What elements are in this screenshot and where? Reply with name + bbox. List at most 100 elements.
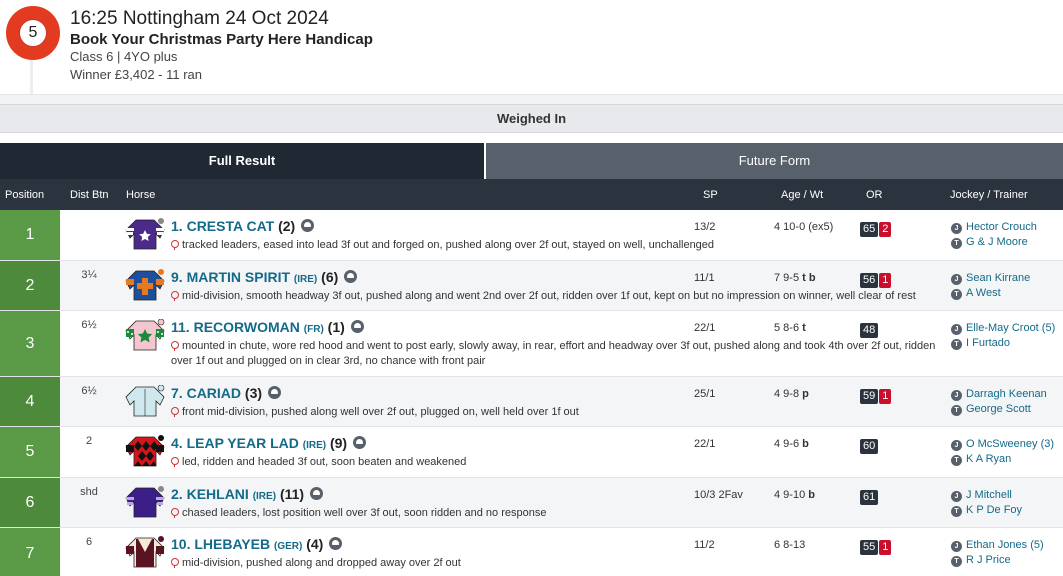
official-rating: 56 1 — [860, 270, 892, 288]
trainer-link[interactable]: T A West — [951, 286, 1030, 301]
trainer-link[interactable]: T G & J Moore — [951, 235, 1037, 250]
headgear: b — [802, 438, 809, 450]
horse-profile-icon[interactable] — [301, 219, 315, 232]
horse-profile-icon[interactable] — [267, 386, 281, 399]
age-weight: 4 9-8 p — [774, 388, 809, 400]
jockey-icon: J — [951, 491, 962, 502]
jockey-icon: J — [951, 541, 962, 552]
jockey-name: Hector Crouch — [966, 221, 1037, 233]
jockey-link[interactable]: J Ethan Jones (5) — [951, 538, 1044, 553]
race-comment-text: mid-division, smooth headway 3f out, pus… — [182, 290, 916, 302]
jockey-icon: J — [951, 223, 962, 234]
table-row: 6 shd 2. KEHLANI (IRE) (11) chased leade… — [0, 478, 1063, 528]
jockey-link[interactable]: J O McSweeney (3) — [951, 437, 1054, 452]
location-pin-icon — [171, 341, 179, 351]
jockey-trainer: J Hector Crouch T G & J Moore — [951, 220, 1037, 250]
horse-name: MARTIN SPIRIT — [186, 269, 291, 285]
rating-badge: 60 — [860, 439, 879, 454]
rating-badge: 56 — [860, 273, 879, 288]
race-comment: front mid-division, pushed along well ov… — [171, 405, 941, 420]
age-weight: 4 10-0 (ex5) — [774, 221, 833, 233]
jockey-name: O McSweeney (3) — [966, 438, 1055, 450]
race-comment: led, ridden and headed 3f out, soon beat… — [171, 455, 941, 470]
col-horse: Horse — [126, 189, 156, 201]
horse-profile-icon[interactable] — [344, 270, 358, 283]
jockey-name: Darragh Keenan — [966, 388, 1047, 400]
spacer — [0, 133, 1063, 143]
jockey-link[interactable]: J Darragh Keenan — [951, 387, 1047, 402]
finish-position: 3 — [0, 311, 60, 376]
horse-name-link[interactable]: 1. CRESTA CAT (2) — [171, 218, 315, 234]
age-weight-value: 6 8-13 — [774, 539, 806, 551]
horse-name-link[interactable]: 7. CARIAD (3) — [171, 385, 281, 401]
trainer-link[interactable]: T I Furtado — [951, 336, 1055, 351]
starting-price: 10/3 2Fav — [694, 489, 743, 501]
tab-future-form[interactable]: Future Form — [486, 143, 1063, 179]
horse-profile-icon[interactable] — [309, 487, 323, 500]
trainer-link[interactable]: T K A Ryan — [951, 452, 1054, 467]
horse-name-link[interactable]: 11. RECORWOMAN (FR) (1) — [171, 319, 364, 335]
jockey-link[interactable]: J J Mitchell — [951, 488, 1022, 503]
distance-beaten: 2 — [85, 435, 93, 447]
trainer-link[interactable]: T George Scott — [951, 402, 1047, 417]
jockey-icon: J — [951, 440, 962, 451]
horse-country: (GER) — [273, 541, 303, 552]
horse-profile-icon[interactable] — [329, 537, 343, 550]
horse-profile-icon[interactable] — [350, 320, 364, 333]
race-name: Book Your Christmas Party Here Handicap — [70, 31, 373, 48]
horse-name-link[interactable]: 9. MARTIN SPIRIT (IRE) (6) — [171, 269, 358, 285]
rating-badge: 59 — [860, 389, 879, 404]
horse-name: LEAP YEAR LAD — [186, 435, 299, 451]
distance-beaten: 6½ — [81, 319, 97, 331]
jockey-link[interactable]: J Hector Crouch — [951, 220, 1037, 235]
horse-profile-icon[interactable] — [353, 436, 366, 449]
finish-position: 7 — [0, 528, 60, 576]
race-title: 16:25 Nottingham 24 Oct 2024 — [70, 8, 329, 29]
table-row: 4 6½ 7. CARIAD (3) front mid-division, p… — [0, 377, 1063, 427]
age-weight-value: 4 10-0 (ex5) — [774, 221, 834, 233]
jockey-icon: J — [951, 324, 962, 335]
race-header: 5 16:25 Nottingham 24 Oct 2024 Book Your… — [0, 0, 1063, 94]
jockey-icon: J — [951, 274, 962, 285]
jockey-name: Elle-May Croot (5) — [966, 322, 1056, 334]
jockey-trainer: J J Mitchell T K P De Foy — [951, 488, 1022, 518]
jockey-trainer: J O McSweeney (3) T K A Ryan — [951, 437, 1054, 467]
race-comment-text: front mid-division, pushed along well ov… — [182, 406, 579, 418]
stall-draw: (2) — [278, 218, 296, 234]
finish-position: 6 — [0, 478, 60, 527]
trainer-name: K P De Foy — [966, 504, 1023, 516]
race-comment: mid-division, pushed along and dropped a… — [171, 556, 941, 571]
stall-draw: (9) — [329, 435, 348, 451]
horse-number: 4. — [171, 435, 183, 451]
age-weight: 6 8-13 — [774, 539, 805, 551]
trainer-link[interactable]: T K P De Foy — [951, 503, 1022, 518]
jockey-link[interactable]: J Elle-May Croot (5) — [951, 321, 1055, 336]
horse-name-link[interactable]: 4. LEAP YEAR LAD (IRE) (9) — [171, 435, 366, 451]
age-weight: 4 9-10 b — [774, 489, 815, 501]
days-badge: 2 — [879, 222, 892, 237]
horse-number: 9. — [171, 269, 183, 285]
horse-country: (IRE) — [293, 274, 318, 285]
col-or: OR — [866, 189, 883, 201]
jockey-silks-icon — [125, 218, 165, 250]
trainer-icon: T — [951, 238, 962, 249]
horse-name-link[interactable]: 10. LHEBAYEB (GER) (4) — [171, 536, 343, 552]
horse-number: 10. — [171, 536, 191, 552]
race-comment: chased leaders, lost position well over … — [171, 506, 941, 521]
trainer-name: I Furtado — [966, 337, 1011, 349]
finish-position: 4 — [0, 377, 60, 426]
horse-name-link[interactable]: 2. KEHLANI (IRE) (11) — [171, 486, 323, 502]
trainer-link[interactable]: T R J Price — [951, 553, 1044, 568]
finish-position: 1 — [0, 210, 60, 260]
tab-full-result[interactable]: Full Result — [0, 143, 484, 179]
jockey-silks-icon — [125, 435, 165, 467]
distance-beaten: 3¼ — [81, 269, 97, 281]
rating-badge: 48 — [860, 323, 879, 338]
jockey-link[interactable]: J Sean Kirrane — [951, 271, 1030, 286]
official-rating: 65 2 — [860, 219, 892, 237]
trainer-icon: T — [951, 556, 962, 567]
table-row: 2 3¼ 9. MARTIN SPIRIT (IRE) (6) mid-divi… — [0, 261, 1063, 311]
location-pin-icon — [171, 508, 179, 518]
finish-position: 5 — [0, 427, 60, 477]
location-pin-icon — [171, 291, 179, 301]
